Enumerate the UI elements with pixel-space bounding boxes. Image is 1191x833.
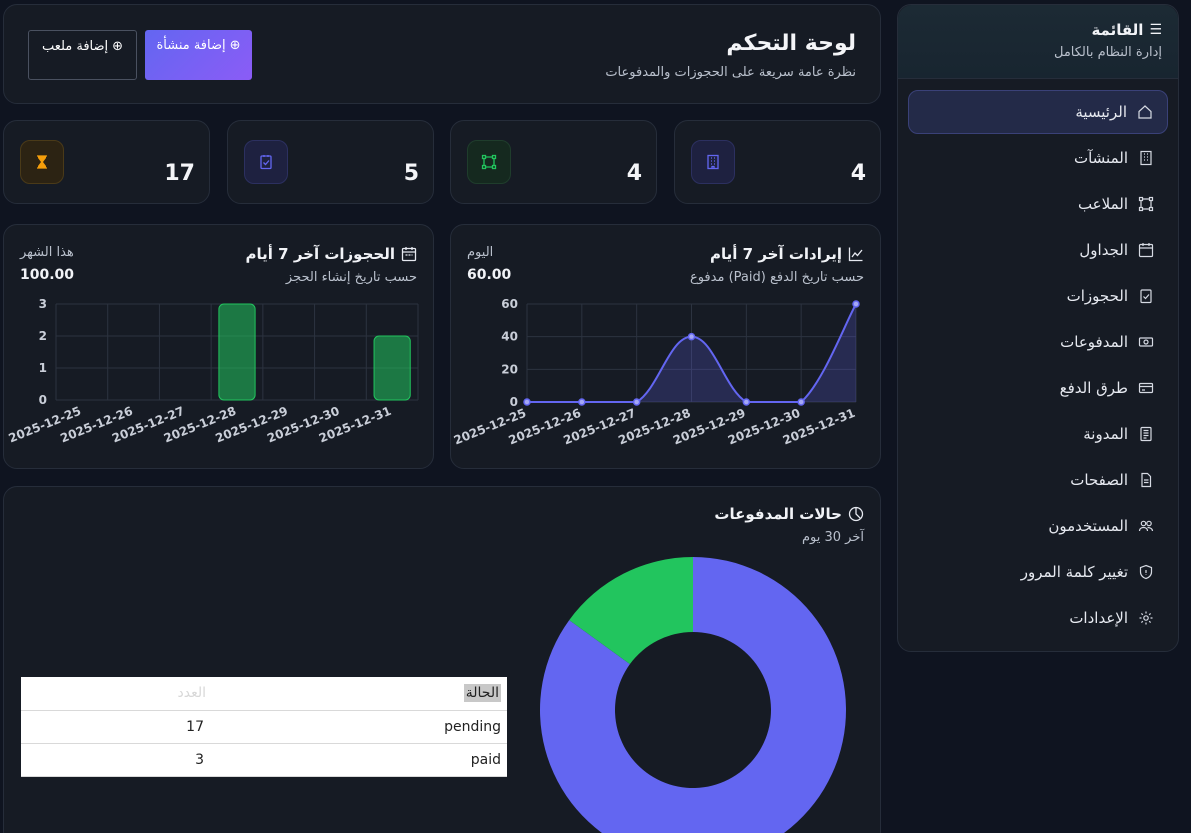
page-subtitle: نظرة عامة سريعة على الحجوزات والمدفوعات xyxy=(605,65,856,80)
y-tick-label: 2 xyxy=(39,329,47,343)
data-point xyxy=(578,398,586,406)
stat-card-fields: 4 xyxy=(450,120,657,204)
y-tick-label: 20 xyxy=(501,362,518,376)
field-icon xyxy=(1138,196,1154,212)
payment-status-card: حالات المدفوعات آخر 30 يوم العدد الحالة … xyxy=(3,486,881,833)
sidebar-item-label: المدفوعات xyxy=(1060,333,1128,351)
payment-status-donut xyxy=(540,557,846,833)
sidebar-item[interactable]: المنشآت xyxy=(908,136,1168,180)
stat-card-bookings: 5 xyxy=(227,120,434,204)
page-header: لوحة التحكم نظرة عامة سريعة على الحجوزات… xyxy=(3,4,881,104)
y-tick-label: 0 xyxy=(510,395,518,409)
sidebar-item-label: تغيير كلمة المرور xyxy=(1020,563,1128,581)
sidebar-item[interactable]: طرق الدفع xyxy=(908,366,1168,410)
data-point xyxy=(742,398,751,406)
status-cell: pending xyxy=(216,710,507,744)
count-header-label: العدد xyxy=(177,685,207,702)
bookings-chart: 01232025-12-252025-12-262025-12-272025-1… xyxy=(7,297,419,446)
sidebar-item-label: الحجوزات xyxy=(1066,287,1128,305)
sidebar-title-row: ☰ القائمة xyxy=(914,21,1162,39)
sidebar-item-label: الصفحات xyxy=(1070,471,1128,489)
stat-value: 4 xyxy=(850,161,866,186)
plus-circle-icon: ⊕ xyxy=(229,38,241,53)
bar xyxy=(373,335,411,401)
sidebar-item[interactable]: تغيير كلمة المرور xyxy=(908,550,1168,594)
home-icon xyxy=(1138,105,1152,119)
blog-icon xyxy=(1140,426,1152,442)
status-cell: paid xyxy=(216,743,507,777)
sidebar-item[interactable]: المستخدمون xyxy=(908,504,1168,548)
bar xyxy=(218,303,256,401)
add-field-button[interactable]: ⊕ إضافة ملعب xyxy=(28,30,137,80)
building-icon xyxy=(1140,150,1152,166)
sidebar-item[interactable]: الصفحات xyxy=(908,458,1168,502)
page-icon xyxy=(1141,472,1152,488)
table-row: 17 pending xyxy=(21,710,507,744)
data-point xyxy=(632,398,641,406)
sidebar-item-label: المنشآت xyxy=(1073,149,1128,167)
y-tick-label: 1 xyxy=(39,361,47,375)
column-header-count: العدد xyxy=(21,677,216,711)
data-point xyxy=(687,332,696,341)
data-point xyxy=(797,398,805,406)
sidebar-item-label: طرق الدفع xyxy=(1059,379,1128,397)
sidebar-subtitle: إدارة النظام بالكامل xyxy=(1053,45,1162,60)
sidebar-item[interactable]: الإعدادات xyxy=(908,596,1168,640)
card-icon xyxy=(1138,382,1154,394)
y-tick-label: 3 xyxy=(39,297,47,311)
sidebar-item[interactable]: الجداول xyxy=(908,228,1168,272)
sidebar-item-label: الجداول xyxy=(1079,241,1128,259)
stat-value: 5 xyxy=(403,161,419,186)
add-facility-button[interactable]: ⊕ إضافة منشأة xyxy=(145,30,252,80)
sidebar-item-label: الملاعب xyxy=(1077,195,1128,213)
table-row: 3 paid xyxy=(21,743,507,777)
sidebar-item[interactable]: الرئيسية xyxy=(908,90,1168,134)
table-header-row: العدد الحالة xyxy=(21,677,507,711)
revenue-chart-card: إيرادات آخر 7 أيام مدفوع (Paid) حسب تاري… xyxy=(450,224,881,469)
users-icon xyxy=(1138,520,1154,532)
status-header-label: الحالة xyxy=(463,684,501,703)
y-tick-label: 60 xyxy=(501,297,518,311)
sidebar-item[interactable]: الملاعب xyxy=(908,182,1168,226)
count-cell: 17 xyxy=(21,710,216,744)
plus-circle-icon: ⊕ xyxy=(112,39,124,54)
sidebar-item-label: المستخدمون xyxy=(1048,517,1128,535)
sidebar-item-label: الرئيسية xyxy=(1075,103,1127,121)
stat-card-facilities: 4 xyxy=(674,120,881,204)
calendar-icon xyxy=(1138,243,1154,258)
sidebar-title: القائمة xyxy=(1091,21,1144,39)
sidebar-item[interactable]: المدونة xyxy=(908,412,1168,456)
bookings-chart-card: الحجوزات آخر 7 أيام حسب تاريخ إنشاء الحج… xyxy=(3,224,434,469)
y-tick-label: 0 xyxy=(39,393,47,407)
field-icon xyxy=(467,140,511,184)
add-field-label: إضافة ملعب xyxy=(41,39,109,54)
sidebar-item[interactable]: الحجوزات xyxy=(908,274,1168,318)
sidebar-item[interactable]: المدفوعات xyxy=(908,320,1168,364)
cash-icon xyxy=(1138,337,1154,347)
sidebar-item-label: المدونة xyxy=(1083,425,1128,443)
data-point xyxy=(523,398,531,406)
y-tick-label: 40 xyxy=(501,330,518,344)
revenue-chart: 02040602025-12-252025-12-262025-12-27202… xyxy=(452,297,860,448)
count-cell: 3 xyxy=(21,743,216,777)
building-icon xyxy=(691,140,735,184)
payment-status-table: العدد الحالة 17 pending 3 paid xyxy=(21,677,507,777)
data-point xyxy=(852,300,860,308)
hourglass-icon xyxy=(20,140,64,184)
sidebar-header: ☰ القائمة إدارة النظام بالكامل xyxy=(898,5,1178,79)
booking-icon xyxy=(1140,289,1152,304)
shield-icon xyxy=(1139,564,1153,580)
gear-icon xyxy=(1139,611,1153,625)
page-title: لوحة التحكم xyxy=(726,31,856,56)
stat-value: 17 xyxy=(164,161,195,186)
sidebar-item-label: الإعدادات xyxy=(1069,609,1128,627)
column-header-status: الحالة xyxy=(216,677,507,711)
add-facility-label: إضافة منشأة xyxy=(156,38,226,53)
menu-icon: ☰ xyxy=(1149,22,1162,38)
stat-card-pending: 17 xyxy=(3,120,210,204)
booking-icon xyxy=(244,140,288,184)
stat-value: 4 xyxy=(626,161,642,186)
